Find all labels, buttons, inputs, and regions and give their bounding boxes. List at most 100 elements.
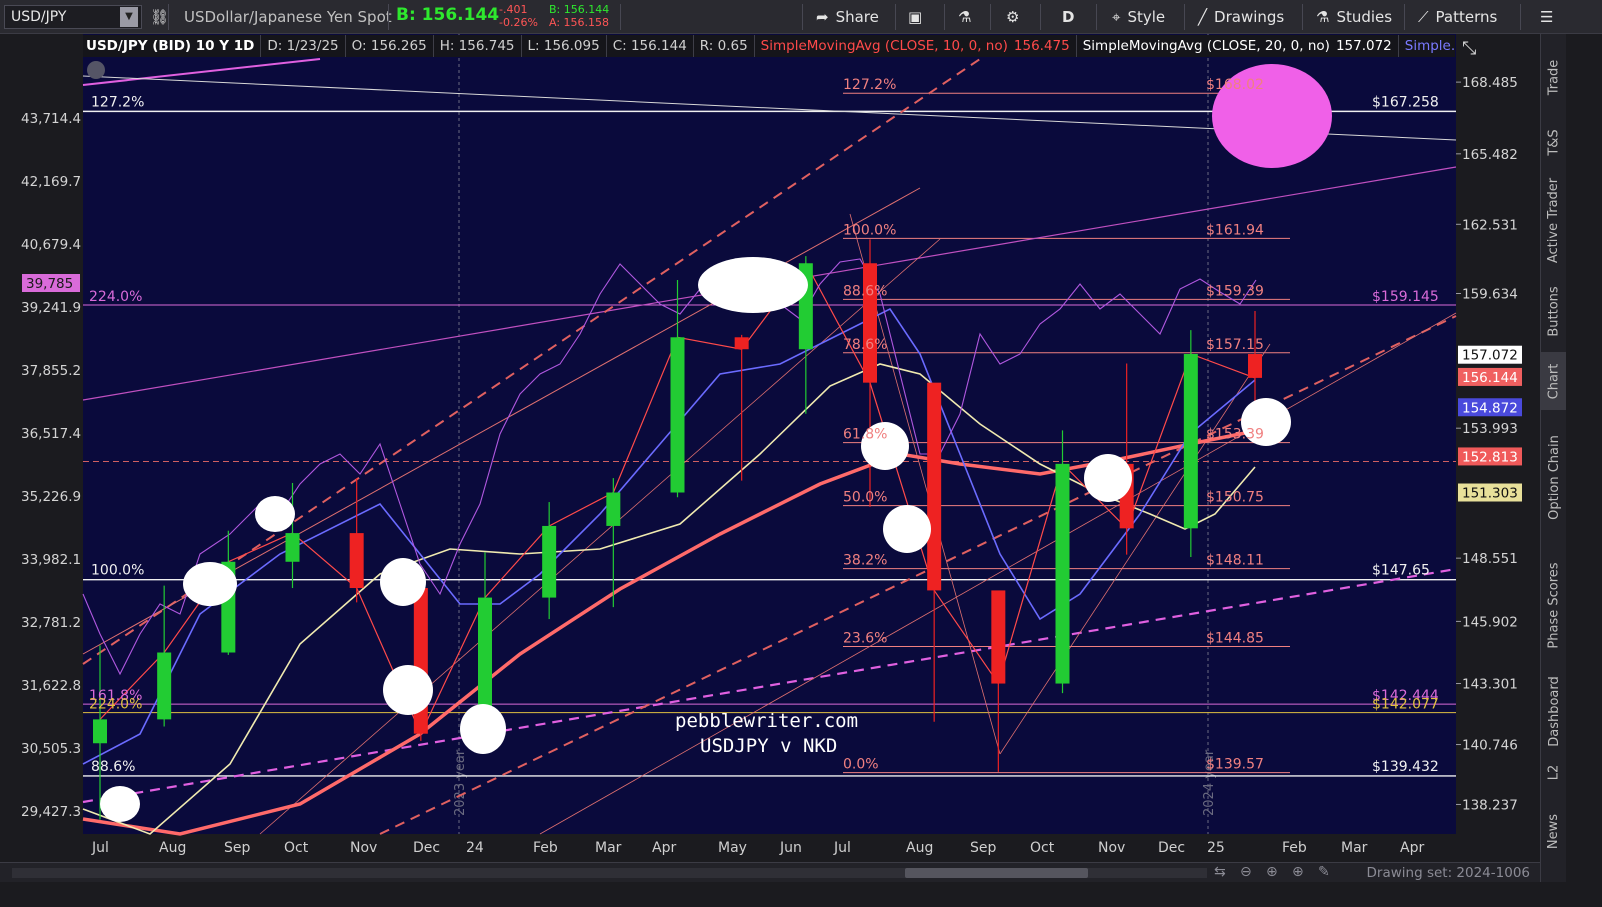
period-button[interactable]: D [1062, 4, 1074, 30]
highlight-circle-marker[interactable] [1084, 454, 1132, 502]
gear-icon[interactable]: ⚙ [1006, 4, 1019, 30]
separator [802, 4, 803, 30]
white-level-right-label: $167.258 [1372, 94, 1439, 110]
info-icon[interactable] [87, 61, 105, 79]
fib-price-label: $153.39 [1206, 427, 1264, 443]
studies-button[interactable]: ⚗ Studies [1316, 4, 1392, 30]
right-axis-label: 159.634 [1462, 286, 1518, 302]
patterns-button[interactable]: ⟋ Patterns [1418, 4, 1497, 30]
candle-body [1055, 463, 1070, 684]
separator [1040, 4, 1041, 30]
change-percent: -0.26% [499, 16, 538, 29]
tab-chart[interactable]: Chart [1541, 352, 1567, 410]
fib-pct-label: 78.6% [843, 337, 887, 353]
ohlc-low: L: 156.095 [528, 35, 607, 57]
tab-label: Phase Scores [1546, 561, 1562, 649]
highlight-circle-marker[interactable] [383, 665, 433, 715]
separator [620, 4, 621, 30]
sma10-label[interactable]: SimpleMovingAvg (CLOSE, 10, 0, no) [761, 35, 1008, 57]
fib-pct-label: 38.2% [843, 553, 887, 569]
x-tick-label: Oct [284, 840, 309, 856]
fib-price-label: $168.02 [1206, 77, 1264, 93]
highlight-ellipse-marker[interactable] [698, 257, 808, 313]
candle-body [93, 719, 107, 744]
scrollbar-thumb[interactable] [905, 868, 1088, 878]
price-tag-label: 154.872 [1462, 400, 1518, 416]
sma20-value: 157.072 [1336, 35, 1399, 57]
zoom-in-icon[interactable]: ⊕ [1292, 864, 1304, 880]
chart-panel[interactable]: 2023 year 2024 year 127.2% $168.02 100.0% $1… [0, 34, 1540, 888]
highlight-circle-marker[interactable] [460, 704, 506, 754]
sma20-label[interactable]: SimpleMovingAvg (CLOSE, 20, 0, no) [1083, 35, 1330, 57]
x-tick-label: Aug [906, 840, 933, 856]
fib-price-label: $161.94 [1206, 222, 1264, 238]
white-level-left-label: 127.2% [91, 94, 144, 110]
chart-svg[interactable]: 2023 year 2024 year 127.2% $168.02100.0% $1… [0, 34, 1540, 862]
style-button[interactable]: ⌖ Style [1112, 4, 1165, 30]
chart-symbol[interactable]: USD/JPY (BID) 10 Y 1D [86, 35, 262, 57]
drawings-button[interactable]: ╱ Drawings [1198, 4, 1284, 30]
right-axis-label: 138.237 [1462, 797, 1518, 813]
fib-pct-label: 23.6% [843, 631, 887, 647]
white-level-left-label: 100.0% [91, 563, 144, 579]
tab-trade[interactable]: Trade [1541, 42, 1567, 112]
drawing-set-label[interactable]: Drawing set: 2024-1006 [1367, 865, 1530, 881]
menu-icon[interactable]: ☰ [1540, 4, 1553, 30]
symbol-input[interactable]: USD/JPY [11, 9, 66, 25]
left-axis-label: 29,427.3 [21, 804, 81, 820]
chevron-down-icon[interactable]: ▼ [120, 7, 138, 27]
nkd-price-tag-label: 39,785 [26, 276, 73, 292]
separator [168, 4, 169, 30]
extra-level-right-label: $159.145 [1372, 289, 1439, 305]
style-label: Style [1127, 8, 1166, 26]
white-level-right-label: $139.432 [1372, 759, 1439, 775]
separator [1096, 4, 1097, 30]
fib-price-label: $139.57 [1206, 757, 1264, 773]
collapse-icon: ⤡ [1462, 38, 1476, 59]
tab-option-chain[interactable]: Option Chain [1541, 418, 1567, 536]
x-tick-label: Dec [413, 840, 440, 856]
highlight-circle-marker[interactable] [380, 558, 426, 606]
highlight-circle-marker[interactable] [883, 505, 931, 553]
fib-pct-label: 0.0% [843, 757, 879, 773]
right-axis-label: 168.485 [1462, 75, 1518, 91]
link-icon[interactable]: ⛓ [150, 4, 169, 30]
tab-buttons[interactable]: Buttons [1541, 278, 1567, 344]
more-studies-label[interactable]: Simple... [1405, 35, 1455, 57]
fib-pct-label: 100.0% [843, 222, 896, 238]
zoom-out-icon[interactable]: ⊖ [1240, 864, 1252, 880]
highlight-circle-marker[interactable] [100, 786, 140, 822]
screenshot-icon[interactable]: ▣ [908, 4, 922, 30]
tab-active-trader[interactable]: Active Trader [1541, 170, 1567, 270]
flask-icon[interactable]: ⚗ [958, 4, 971, 30]
tab-label: Chart [1546, 363, 1562, 399]
x-tick-label: Apr [652, 840, 676, 856]
symbol-selector[interactable]: USD/JPY ▼ [4, 5, 142, 29]
left-axis-label: 40,679.4 [21, 237, 81, 253]
right-axis-label: 145.902 [1462, 614, 1518, 630]
ohlc-date: D: 1/23/25 [267, 35, 346, 57]
share-button[interactable]: ➦ Share [816, 4, 879, 30]
separator [1404, 4, 1405, 30]
highlight-circle-marker[interactable] [255, 496, 295, 532]
candle-body [927, 382, 942, 591]
zoom-icon[interactable]: ⊕ [1266, 864, 1278, 880]
expand-icon[interactable]: ⇆ [1214, 864, 1226, 880]
candle-body [606, 492, 621, 526]
extra-level-left-label: 224.0% [89, 697, 142, 713]
tab-label: News [1546, 813, 1562, 849]
tab-l2[interactable]: L2 [1541, 754, 1567, 790]
tab-t-s[interactable]: T&S [1541, 120, 1567, 164]
tab-label: Buttons [1546, 285, 1562, 337]
tab-phase-scores[interactable]: Phase Scores [1541, 544, 1567, 666]
tab-dashboard[interactable]: Dashboard [1541, 676, 1567, 747]
fib-pct-label: 88.6% [843, 283, 887, 299]
x-tick-label: Mar [595, 840, 622, 856]
tab-label: Option Chain [1546, 434, 1562, 520]
highlight-circle-marker[interactable] [183, 562, 237, 606]
pencil-icon[interactable]: ✎ [1318, 864, 1330, 880]
tab-news[interactable]: News [1541, 800, 1567, 862]
symbol-description: USDollar/Japanese Yen Spot [184, 8, 392, 26]
left-axis-label: 37,855.2 [21, 363, 81, 379]
share-label: Share [835, 8, 879, 26]
